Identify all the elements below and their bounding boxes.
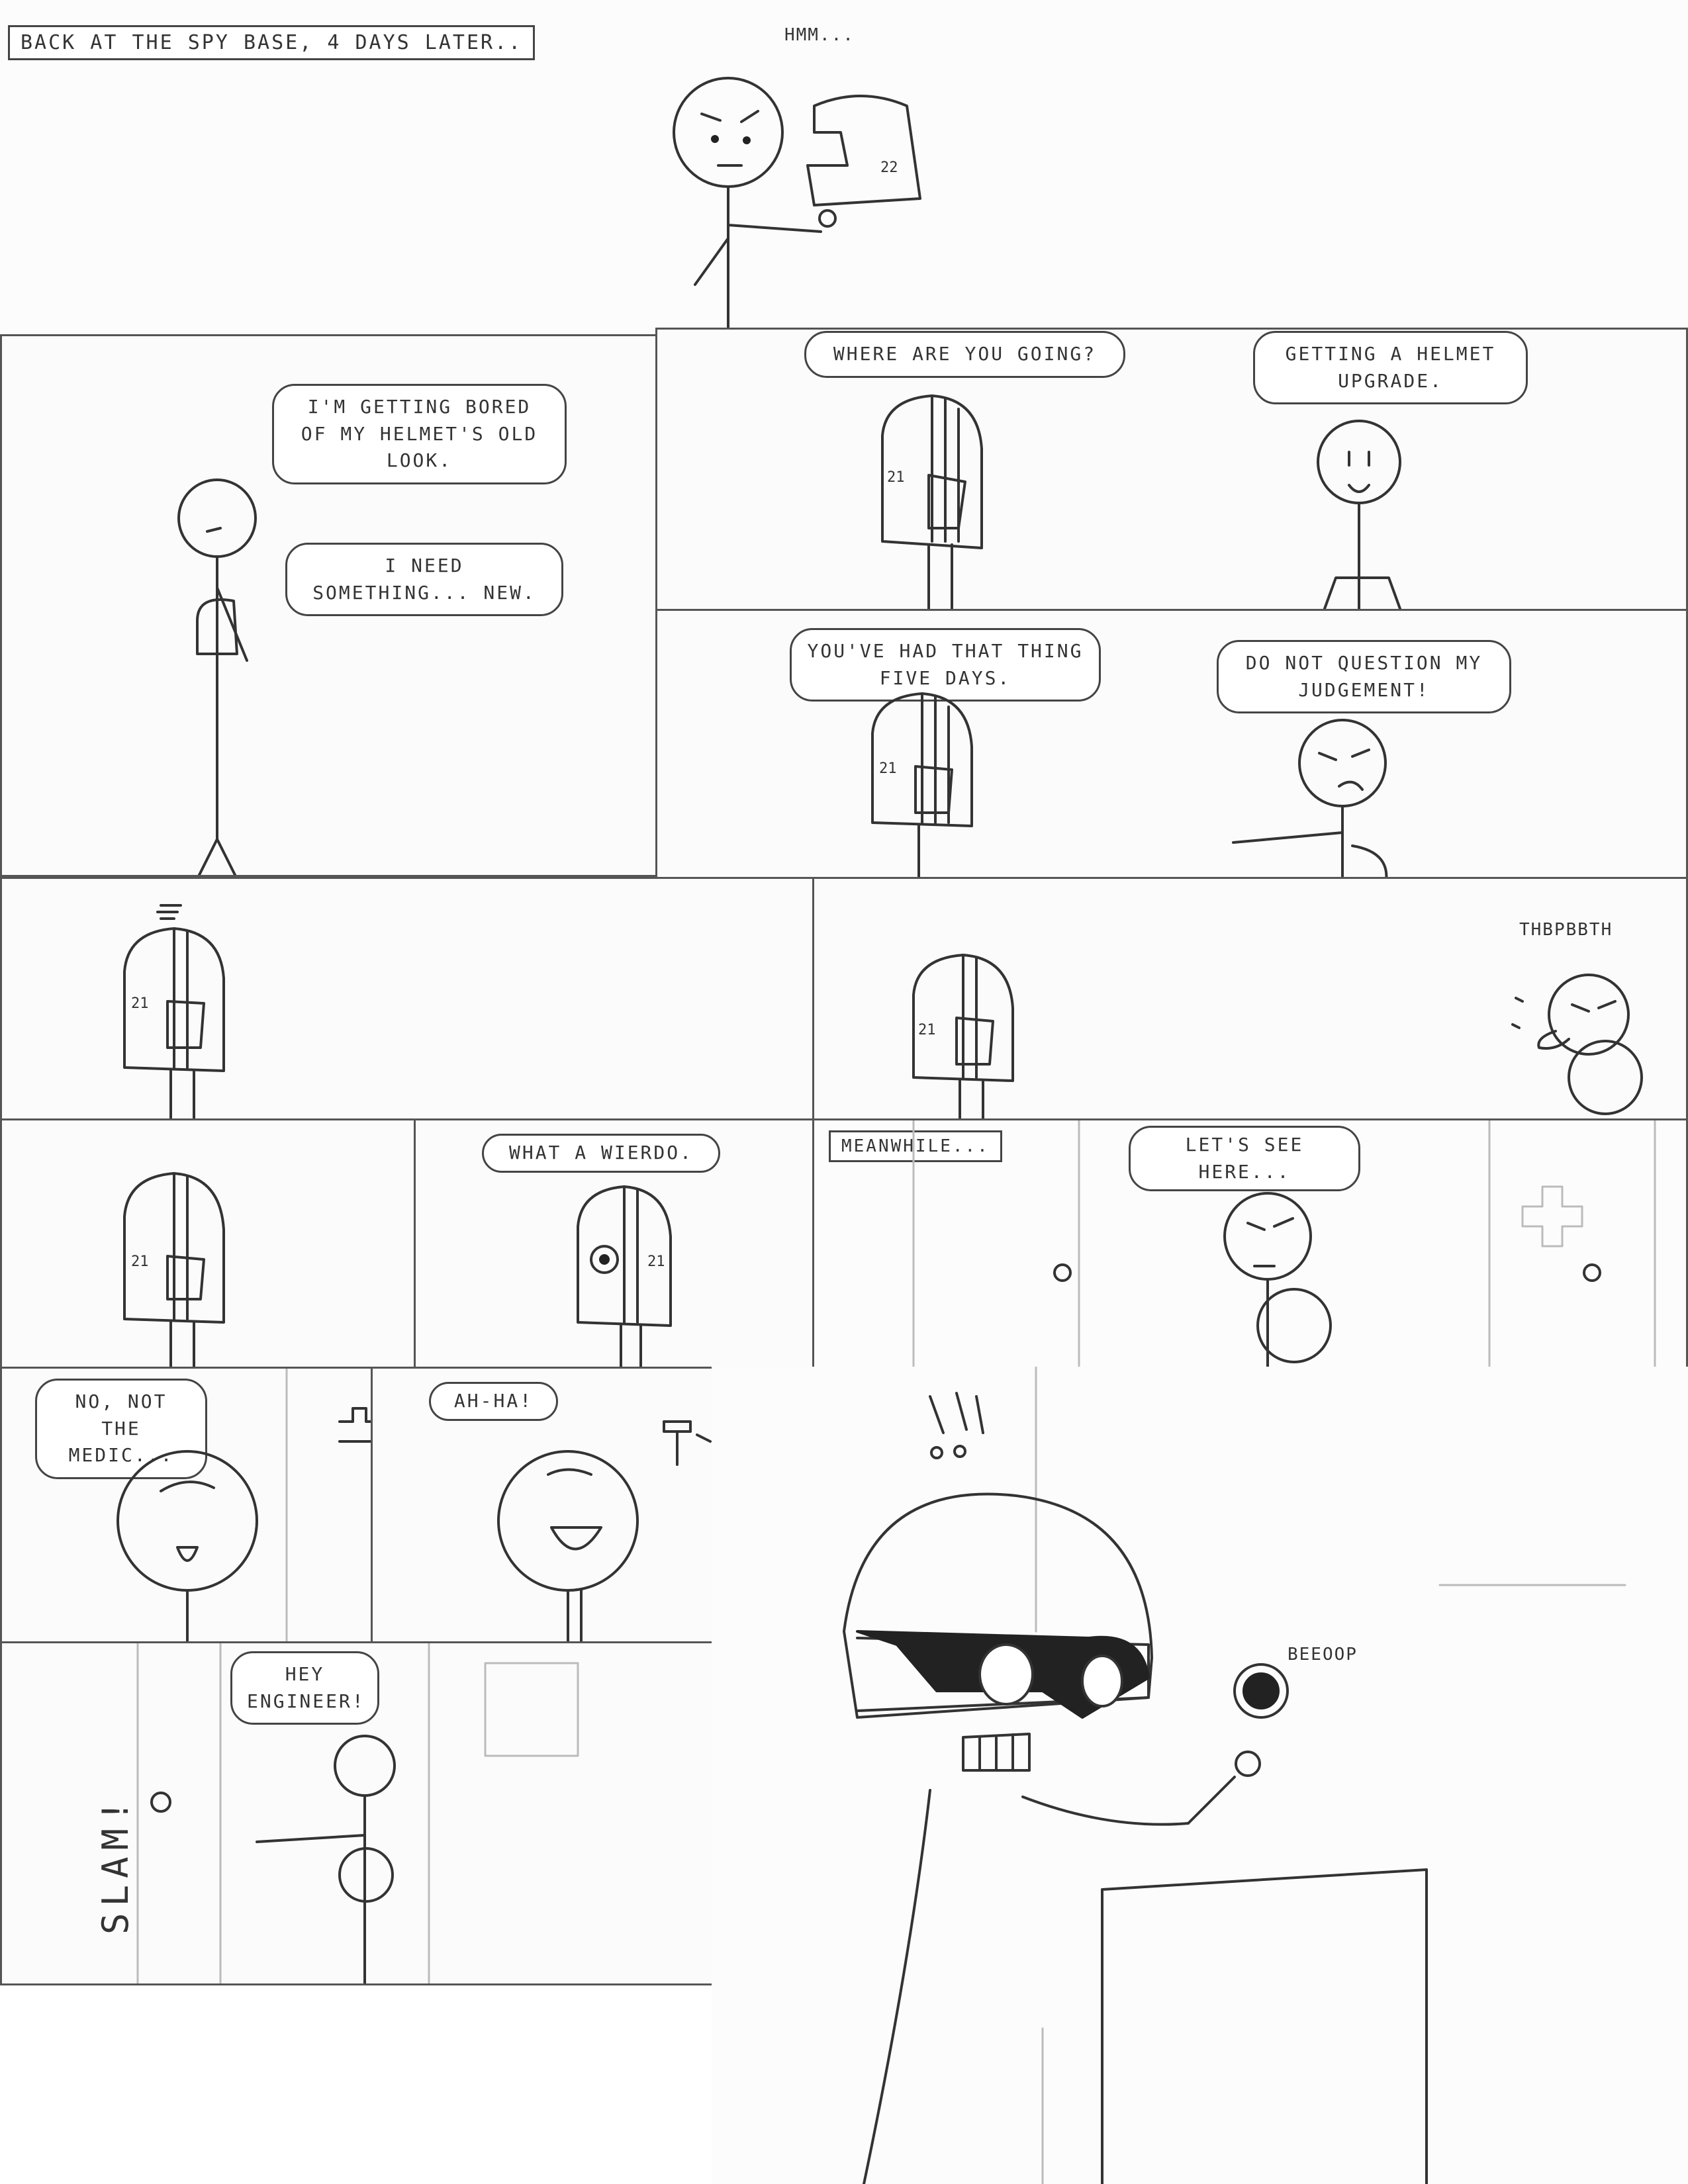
sfx-hmm: HMM...: [784, 25, 855, 45]
engineer-caught-drawing: [843, 1367, 1626, 2184]
bubble-weirdo: WHAT A WIERDO.: [482, 1134, 720, 1173]
panel-row5-p1: NO, NOT THE MEDIC...: [0, 1367, 373, 1645]
spy-talking-drawing: [1317, 420, 1402, 609]
medic-door-drawing: [285, 1369, 371, 1643]
bubble-question-judgement: DO NOT QUESTION MY JUDGEMENT!: [1217, 640, 1511, 714]
helmet-number-21-b: 21: [879, 760, 897, 777]
panel-row5-big: BEEOOP: [712, 1367, 1688, 2184]
panel-row3-right: THBPBBTH 21: [812, 877, 1688, 1120]
helmet-number-21-f: 21: [647, 1253, 665, 1270]
helmet-number-21-e: 21: [131, 1253, 149, 1270]
panel-row1: BACK AT THE SPY BASE, 4 DAYS LATER.. HMM…: [0, 0, 1688, 334]
spy-excited-drawing: [497, 1450, 639, 1643]
soldier-helmet-21-drawing-2: 21: [871, 692, 973, 878]
panel-row2-right-bottom: YOU'VE HAD THAT THING FIVE DAYS. DO NOT …: [655, 609, 1688, 880]
helmet-number-22: 22: [880, 159, 898, 176]
helmet-number-21-c: 21: [131, 995, 149, 1012]
panel-row2-right-top: WHERE ARE YOU GOING? GETTING A HELMET UP…: [655, 328, 1688, 611]
soldier-standing-drawing: 21: [123, 1172, 225, 1368]
soldier-side-drawing: 21: [912, 954, 1014, 1118]
bubble-need-something-new: I NEED SOMETHING... NEW.: [285, 543, 563, 617]
bubble-ah-ha: AH-HA!: [429, 1382, 558, 1421]
bubble-where-going: WHERE ARE YOU GOING?: [804, 331, 1125, 378]
spy-pointing-drawing: [1232, 719, 1388, 878]
bubble-bored-helmet: I'M GETTING BORED OF MY HELMET'S OLD LOO…: [272, 384, 567, 484]
spy-disappointed-drawing: [117, 1450, 258, 1643]
caption-spy-base: BACK AT THE SPY BASE, 4 DAYS LATER..: [8, 25, 536, 60]
panel-row4-p2: WHAT A WIERDO. 21: [414, 1118, 814, 1370]
spy-walking-drawing: [177, 478, 257, 875]
panel-row6: HEY ENGINEER! SLAM!: [0, 1641, 715, 1985]
bubble-helmet-upgrade: GETTING A HELMET UPGRADE.: [1253, 331, 1528, 405]
spy-searching-drawing: [1223, 1192, 1332, 1368]
panel-row5-p2: AH-HA!: [371, 1367, 714, 1645]
hammer-sign-drawing: [663, 1420, 712, 1466]
helmet-number-21-d: 21: [918, 1022, 936, 1038]
helmet-number-21: 21: [887, 469, 905, 486]
panel-row3-left: 21: [0, 877, 814, 1120]
soldier-looking-drawing: 21: [577, 1185, 672, 1368]
spy-holding-helmet-drawing: 22: [673, 77, 921, 332]
soldier-helmet-21-drawing: 21: [881, 394, 983, 609]
panel-row4-p1: 21: [0, 1118, 416, 1370]
soldier-annoyed-drawing: 21: [123, 904, 225, 1118]
sfx-raspberry: THBPBBTH: [1519, 920, 1613, 940]
panel-row2-left: I'M GETTING BORED OF MY HELMET'S OLD LOO…: [0, 334, 657, 877]
panel-row4-p3: MEANWHILE... LET'S SEE HERE...: [812, 1118, 1688, 1370]
bubble-five-days: YOU'VE HAD THAT THING FIVE DAYS.: [790, 628, 1101, 702]
door-and-spy-drawing: [136, 1643, 579, 1983]
spy-tongue-out-drawing: [1511, 974, 1643, 1115]
